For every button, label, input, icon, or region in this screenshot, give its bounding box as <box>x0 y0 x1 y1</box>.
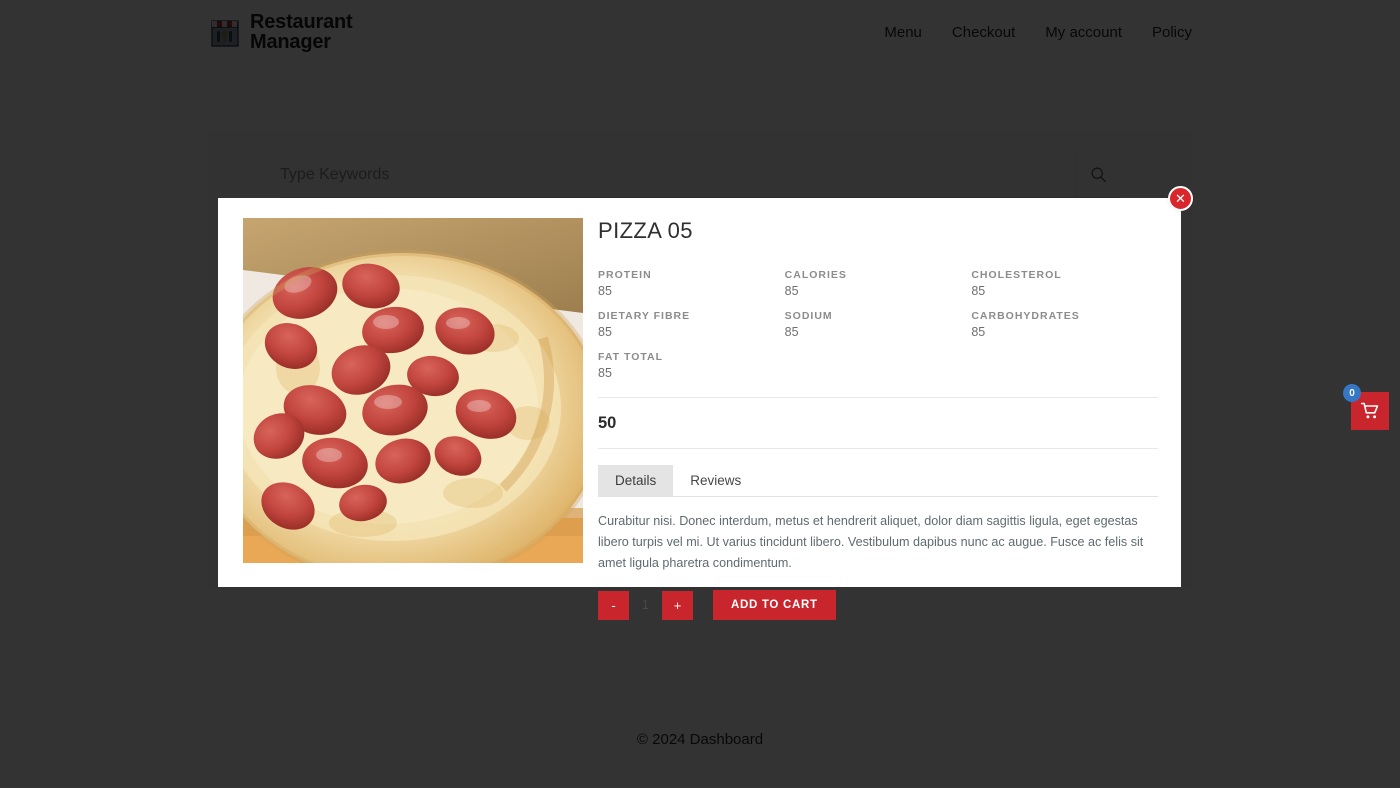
nutrition-value: 85 <box>598 366 612 380</box>
product-price: 50 <box>598 414 617 432</box>
close-icon[interactable]: ✕ <box>1168 186 1193 211</box>
product-photo <box>243 218 583 563</box>
nutrition-value: 85 <box>971 284 986 298</box>
nutrition-label: DIETARY FIBRE <box>598 310 691 322</box>
nutrition-grid: PROTEIN 85 CALORIES 85 CHOLESTEROL 85 DI… <box>598 269 1158 398</box>
product-tabs: Details Reviews <box>598 465 1158 497</box>
cart-count-badge: 0 <box>1343 384 1361 402</box>
nutrition-item-sodium: SODIUM 85 <box>785 310 972 339</box>
tab-details[interactable]: Details <box>598 465 674 496</box>
product-quickview-modal: ✕ PIZZA 05 PROTEIN 85 CALORIES 85 CHOLES… <box>218 186 1193 621</box>
nutrition-item-calories: CALORIES 85 <box>785 269 972 298</box>
nutrition-item-carbohydrates: CARBOHYDRATES 85 <box>971 310 1158 339</box>
nutrition-label: FAT TOTAL <box>598 351 663 363</box>
nutrition-value: 85 <box>598 325 612 339</box>
nutrition-value: 85 <box>971 325 986 339</box>
nutrition-label: CHOLESTEROL <box>971 269 1062 281</box>
product-image-panel <box>218 198 583 587</box>
tab-reviews[interactable]: Reviews <box>673 465 758 496</box>
nutrition-item-cholesterol: CHOLESTEROL 85 <box>971 269 1158 298</box>
nutrition-label: SODIUM <box>784 310 833 322</box>
pepperoni-pizza-image <box>243 218 583 563</box>
nutrition-item-fat-total: FAT TOTAL 85 <box>598 351 785 380</box>
nutrition-value: 85 <box>784 284 799 298</box>
nutrition-value: 85 <box>784 325 799 339</box>
nutrition-label: PROTEIN <box>598 269 652 281</box>
price-row: 50 <box>598 398 1158 449</box>
shopping-cart-icon <box>1360 402 1379 419</box>
nutrition-label: CALORIES <box>784 269 847 281</box>
add-to-cart-button[interactable]: ADD TO CART <box>713 590 836 621</box>
floating-cart-button[interactable]: 0 <box>1343 384 1389 430</box>
nutrition-item-protein: PROTEIN 85 <box>598 269 785 298</box>
page-title: PIZZA 05 <box>598 218 693 243</box>
purchase-actions: - 1 + ADD TO CART <box>598 590 1158 621</box>
quantity-value[interactable]: 1 <box>629 598 662 612</box>
product-description: Curabitur nisi. Donec interdum, metus et… <box>598 514 1144 571</box>
nutrition-item-dietary-fibre: DIETARY FIBRE 85 <box>598 310 785 339</box>
nutrition-value: 85 <box>598 284 612 298</box>
quantity-increase-button[interactable]: + <box>662 590 693 620</box>
quantity-decrease-button[interactable]: - <box>598 590 629 620</box>
product-details-panel: PIZZA 05 PROTEIN 85 CALORIES 85 CHOLESTE… <box>583 198 1181 621</box>
nutrition-label: CARBOHYDRATES <box>971 310 1080 322</box>
